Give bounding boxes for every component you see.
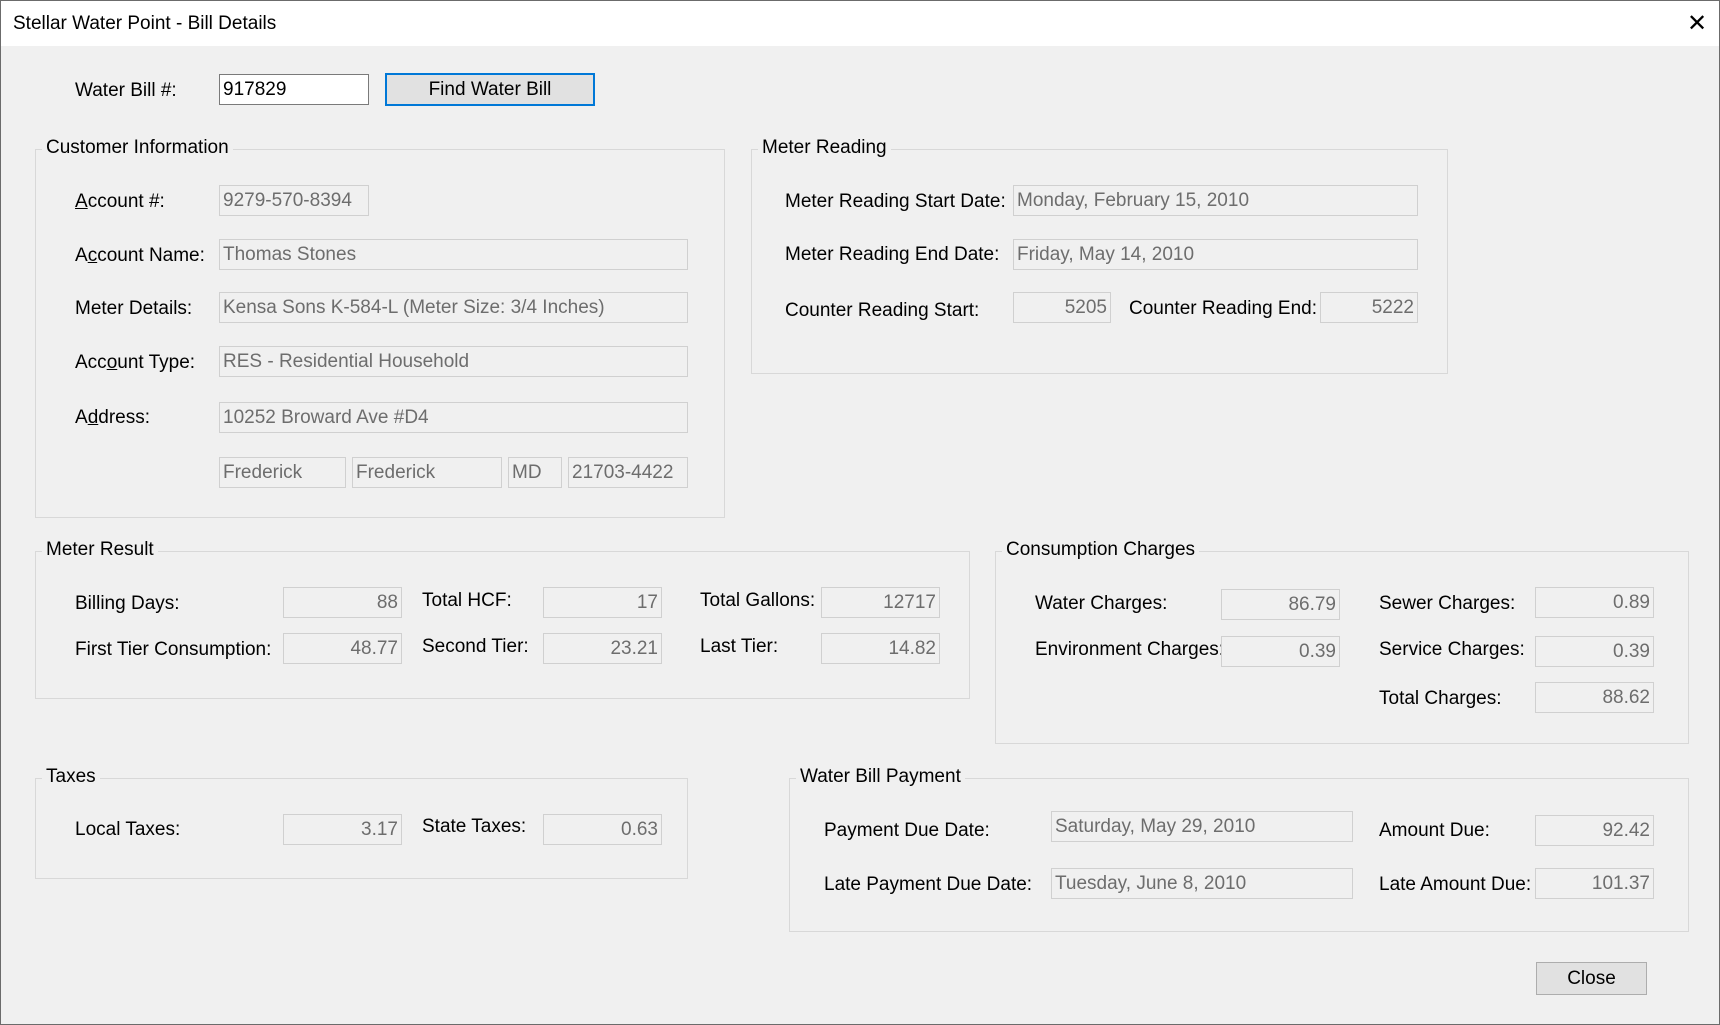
water-charges-field[interactable]: 86.79: [1221, 589, 1340, 620]
total-gallons-label: Total Gallons:: [700, 590, 816, 611]
counter-reading-end-label: Counter Reading End:: [1129, 298, 1318, 319]
state-taxes-field[interactable]: 0.63: [543, 814, 662, 845]
meter-result-group: Meter Result: [35, 539, 970, 699]
water-bill-payment-group: Water Bill Payment: [789, 766, 1689, 932]
window-title: Stellar Water Point - Bill Details: [13, 13, 277, 34]
total-hcf-label: Total HCF:: [422, 590, 512, 611]
payment-due-date-label: Payment Due Date:: [824, 820, 990, 841]
close-button[interactable]: Close: [1536, 962, 1647, 995]
total-gallons-field[interactable]: 12717: [821, 587, 940, 618]
meter-result-legend: Meter Result: [42, 539, 158, 561]
zip-code-field[interactable]: 21703-4422: [568, 457, 688, 488]
billing-days-label: Billing Days:: [75, 593, 180, 614]
total-charges-label: Total Charges:: [1379, 688, 1502, 709]
sewer-charges-label: Sewer Charges:: [1379, 593, 1516, 614]
account-number-label: Account #:: [75, 191, 165, 212]
last-tier-label: Last Tier:: [700, 636, 779, 657]
address-label: Address:: [75, 407, 151, 428]
local-taxes-field[interactable]: 3.17: [283, 814, 402, 845]
meter-reading-legend: Meter Reading: [758, 137, 891, 159]
account-number-field[interactable]: 9279-570-8394: [219, 185, 369, 216]
payment-due-date-field[interactable]: Saturday, May 29, 2010: [1051, 811, 1353, 842]
late-payment-due-date-field[interactable]: Tuesday, June 8, 2010: [1051, 868, 1353, 899]
environment-charges-field[interactable]: 0.39: [1221, 636, 1340, 667]
local-taxes-label: Local Taxes:: [75, 819, 181, 840]
meter-reading-start-date-field[interactable]: Monday, February 15, 2010: [1013, 185, 1418, 216]
meter-reading-start-date-label: Meter Reading Start Date:: [785, 191, 1006, 212]
first-tier-consumption-field[interactable]: 48.77: [283, 633, 402, 664]
water-bill-number-input[interactable]: 917829: [219, 74, 369, 105]
last-tier-field[interactable]: 14.82: [821, 633, 940, 664]
city-field[interactable]: Frederick: [219, 457, 346, 488]
address-field[interactable]: 10252 Broward Ave #D4: [219, 402, 688, 433]
service-charges-label: Service Charges:: [1379, 639, 1525, 660]
close-icon[interactable]: ✕: [1677, 9, 1717, 39]
billing-days-field[interactable]: 88: [283, 587, 402, 618]
customer-information-legend: Customer Information: [42, 137, 233, 159]
counter-reading-end-field[interactable]: 5222: [1320, 292, 1418, 323]
water-charges-label: Water Charges:: [1035, 593, 1168, 614]
meter-details-field[interactable]: Kensa Sons K-584-L (Meter Size: 3/4 Inch…: [219, 292, 688, 323]
find-water-bill-button[interactable]: Find Water Bill: [385, 73, 595, 106]
water-bill-payment-legend: Water Bill Payment: [796, 766, 965, 788]
environment-charges-label: Environment Charges:: [1035, 639, 1225, 660]
title-bar: Stellar Water Point - Bill Details ✕: [1, 1, 1719, 46]
water-bill-number-label: Water Bill #:: [75, 80, 177, 101]
late-amount-due-label: Late Amount Due:: [1379, 874, 1532, 895]
account-name-label: Account Name:: [75, 245, 205, 266]
late-payment-due-date-label: Late Payment Due Date:: [824, 874, 1033, 895]
service-charges-field[interactable]: 0.39: [1535, 636, 1654, 667]
amount-due-label: Amount Due:: [1379, 820, 1490, 841]
account-name-field[interactable]: Thomas Stones: [219, 239, 688, 270]
taxes-legend: Taxes: [42, 766, 100, 788]
first-tier-consumption-label: First Tier Consumption:: [75, 639, 272, 660]
account-type-label: Account Type:: [75, 352, 196, 373]
state-field[interactable]: MD: [508, 457, 562, 488]
second-tier-label: Second Tier:: [422, 636, 529, 657]
sewer-charges-field[interactable]: 0.89: [1535, 587, 1654, 618]
state-taxes-label: State Taxes:: [422, 816, 527, 837]
meter-details-label: Meter Details:: [75, 298, 193, 319]
counter-reading-start-label: Counter Reading Start:: [785, 300, 980, 321]
amount-due-field[interactable]: 92.42: [1535, 815, 1654, 846]
meter-reading-end-date-label: Meter Reading End Date:: [785, 244, 1000, 265]
counter-reading-start-field[interactable]: 5205: [1013, 292, 1111, 323]
bill-details-window: Stellar Water Point - Bill Details ✕ Wat…: [0, 0, 1720, 1025]
consumption-charges-legend: Consumption Charges: [1002, 539, 1200, 561]
county-field[interactable]: Frederick: [352, 457, 502, 488]
total-charges-field[interactable]: 88.62: [1535, 682, 1654, 713]
total-hcf-field[interactable]: 17: [543, 587, 662, 618]
late-amount-due-field[interactable]: 101.37: [1535, 868, 1654, 899]
second-tier-field[interactable]: 23.21: [543, 633, 662, 664]
account-type-field[interactable]: RES - Residential Household: [219, 346, 688, 377]
meter-reading-end-date-field[interactable]: Friday, May 14, 2010: [1013, 239, 1418, 270]
